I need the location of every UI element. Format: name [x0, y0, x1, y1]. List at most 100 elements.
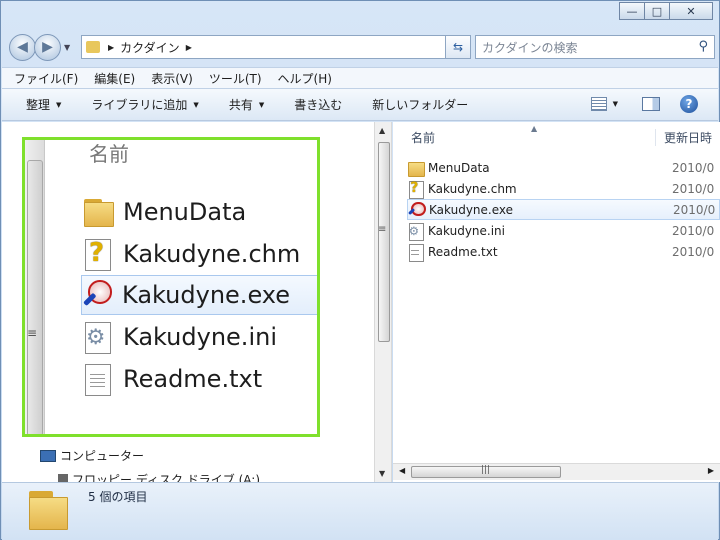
grip-icon: ≡: [27, 326, 38, 340]
column-name-header[interactable]: 名前: [411, 129, 435, 146]
refresh-button[interactable]: ⇆: [445, 35, 471, 59]
share-label: 共有: [228, 98, 253, 112]
maximize-button[interactable]: □: [644, 2, 670, 20]
file-row-exe[interactable]: Kakudyne.exe 2010/0: [407, 199, 720, 220]
help-file-icon: [407, 180, 424, 199]
file-date: 2010/0: [673, 202, 716, 217]
search-icon[interactable]: ⚲: [698, 39, 708, 54]
zoom-item-menudata: MenuData: [83, 192, 317, 232]
recent-pages-dropdown[interactable]: ▼: [64, 43, 70, 52]
scrollbar-thumb[interactable]: [378, 142, 390, 342]
organize-button[interactable]: 整理 ▼: [26, 96, 61, 113]
chevron-right-icon[interactable]: ▶: [186, 43, 192, 52]
help-icon[interactable]: ?: [680, 95, 698, 113]
refresh-icon: ⇆: [452, 40, 464, 54]
new-folder-label: 新しいフォルダー: [372, 98, 469, 112]
scroll-up-icon[interactable]: ▲: [379, 126, 385, 135]
file-row-menudata[interactable]: MenuData 2010/0: [407, 157, 720, 178]
folder-icon: [86, 41, 100, 53]
chevron-down-icon: ▼: [193, 100, 199, 109]
grip-icon: ≡: [378, 224, 387, 235]
column-headers: 名前 ▲ 更新日時: [393, 124, 720, 150]
details-pane: 5 個の項目: [2, 482, 718, 540]
menu-bar: ファイル(F) 編集(E) 表示(V) ツール(T) ヘルプ(H): [2, 67, 718, 89]
preview-pane-icon[interactable]: [642, 97, 660, 111]
view-controls: ▼ ?: [590, 95, 698, 113]
text-file-icon: [83, 364, 113, 396]
chevron-down-icon: ▼: [258, 100, 265, 109]
menu-help[interactable]: ヘルプ(H): [278, 70, 332, 87]
column-date-header[interactable]: 更新日時: [655, 129, 712, 146]
back-button[interactable]: ◀: [9, 33, 36, 61]
nav-item-computer[interactable]: コンピューター: [40, 447, 144, 464]
app-exe-icon: [408, 201, 426, 218]
organize-label: 整理: [26, 98, 51, 112]
file-name: Kakudyne.exe: [429, 202, 514, 217]
help-file-icon: [83, 238, 113, 271]
menu-view[interactable]: 表示(V): [151, 70, 193, 87]
add-to-library-button[interactable]: ライブラリに追加 ▼: [91, 96, 198, 113]
add-to-library-label: ライブラリに追加: [91, 98, 188, 112]
nav-item-floppy[interactable]: フロッピー ディスク ドライブ (A:): [58, 471, 260, 482]
zoom-item-label: MenuData: [123, 198, 247, 226]
file-date: 2010/0: [672, 181, 715, 196]
back-arrow-icon: ◀: [17, 39, 28, 55]
scroll-left-icon[interactable]: ◀: [399, 466, 405, 475]
burn-button[interactable]: 書き込む: [294, 96, 342, 113]
settings-file-icon: [83, 322, 113, 354]
navigation-row: ◀ ▶ ▼ ▶ カクダイン ▶ ▼ ⇆ カクダインの検索 ⚲: [9, 32, 715, 62]
search-input[interactable]: カクダインの検索 ⚲: [475, 35, 715, 59]
folder-icon: [28, 489, 68, 531]
file-date: 2010/0: [672, 223, 715, 238]
file-date: 2010/0: [672, 244, 715, 259]
file-list-pane[interactable]: 名前 ▲ 更新日時 MenuData 2010/0 Kakudyne.chm 2…: [393, 122, 720, 482]
close-button[interactable]: ✕: [669, 2, 713, 20]
scroll-down-icon[interactable]: ▼: [379, 469, 385, 478]
chevron-right-icon[interactable]: ▶: [108, 43, 114, 52]
navigation-pane[interactable]: ≡ 名前 MenuData Kakudyne.chm Kakudyne.exe …: [2, 122, 374, 482]
app-exe-icon: [82, 280, 112, 310]
burn-label: 書き込む: [294, 98, 343, 112]
command-bar: 整理 ▼ ライブラリに追加 ▼ 共有 ▼ 書き込む 新しいフォルダー ▼ ?: [2, 89, 718, 121]
forward-arrow-icon: ▶: [42, 39, 53, 55]
zoom-item-label: Kakudyne.ini: [123, 323, 277, 351]
zoom-item-label: Kakudyne.exe: [122, 281, 291, 309]
file-row-ini[interactable]: Kakudyne.ini 2010/0: [407, 220, 720, 241]
share-button[interactable]: 共有 ▼: [229, 96, 264, 113]
nav-pane-scrollbar[interactable]: ▲ ≡ ▼: [374, 122, 392, 482]
zoom-scrollbar: ≡: [25, 140, 45, 434]
view-dropdown-icon[interactable]: ▼: [613, 100, 618, 108]
zoom-item-chm: Kakudyne.chm: [83, 234, 317, 274]
menu-edit[interactable]: 編集(E): [94, 70, 135, 87]
scroll-right-icon[interactable]: ▶: [708, 466, 714, 475]
nav-item-label: フロッピー ディスク ドライブ (A:): [72, 473, 261, 482]
forward-button[interactable]: ▶: [34, 33, 61, 61]
file-row-chm[interactable]: Kakudyne.chm 2010/0: [407, 178, 720, 199]
text-file-icon: [407, 243, 424, 262]
search-placeholder: カクダインの検索: [482, 40, 578, 55]
item-count: 5 個の項目: [88, 490, 148, 504]
address-bar[interactable]: ▶ カクダイン ▶ ▼: [81, 35, 465, 59]
menu-tools[interactable]: ツール(T): [209, 70, 262, 87]
new-folder-button[interactable]: 新しいフォルダー: [372, 96, 468, 113]
horizontal-scrollbar[interactable]: ◀ ||| ▶: [393, 463, 720, 480]
file-name: Kakudyne.chm: [428, 181, 517, 196]
zoom-callout: ≡ 名前 MenuData Kakudyne.chm Kakudyne.exe …: [22, 137, 320, 437]
zoom-item-label: Readme.txt: [123, 365, 263, 393]
minimize-button[interactable]: —: [619, 2, 645, 20]
zoom-item-label: Kakudyne.chm: [123, 240, 301, 268]
file-name: Kakudyne.ini: [428, 223, 505, 238]
chevron-down-icon: ▼: [56, 100, 62, 109]
grip-icon: |||: [481, 465, 491, 475]
file-name: Readme.txt: [428, 244, 498, 259]
zoom-column-header: 名前: [89, 142, 129, 166]
file-row-readme[interactable]: Readme.txt 2010/0: [407, 241, 720, 262]
folder-icon: [83, 197, 114, 228]
sort-ascending-icon: ▲: [531, 124, 538, 133]
view-options-icon[interactable]: [590, 97, 607, 111]
caption-buttons: — □ ✕: [619, 2, 713, 20]
nav-item-label: コンピューター: [60, 449, 145, 463]
floppy-icon: [58, 473, 68, 482]
breadcrumb-kakudyne[interactable]: カクダイン: [120, 39, 180, 56]
menu-file[interactable]: ファイル(F): [14, 70, 78, 87]
